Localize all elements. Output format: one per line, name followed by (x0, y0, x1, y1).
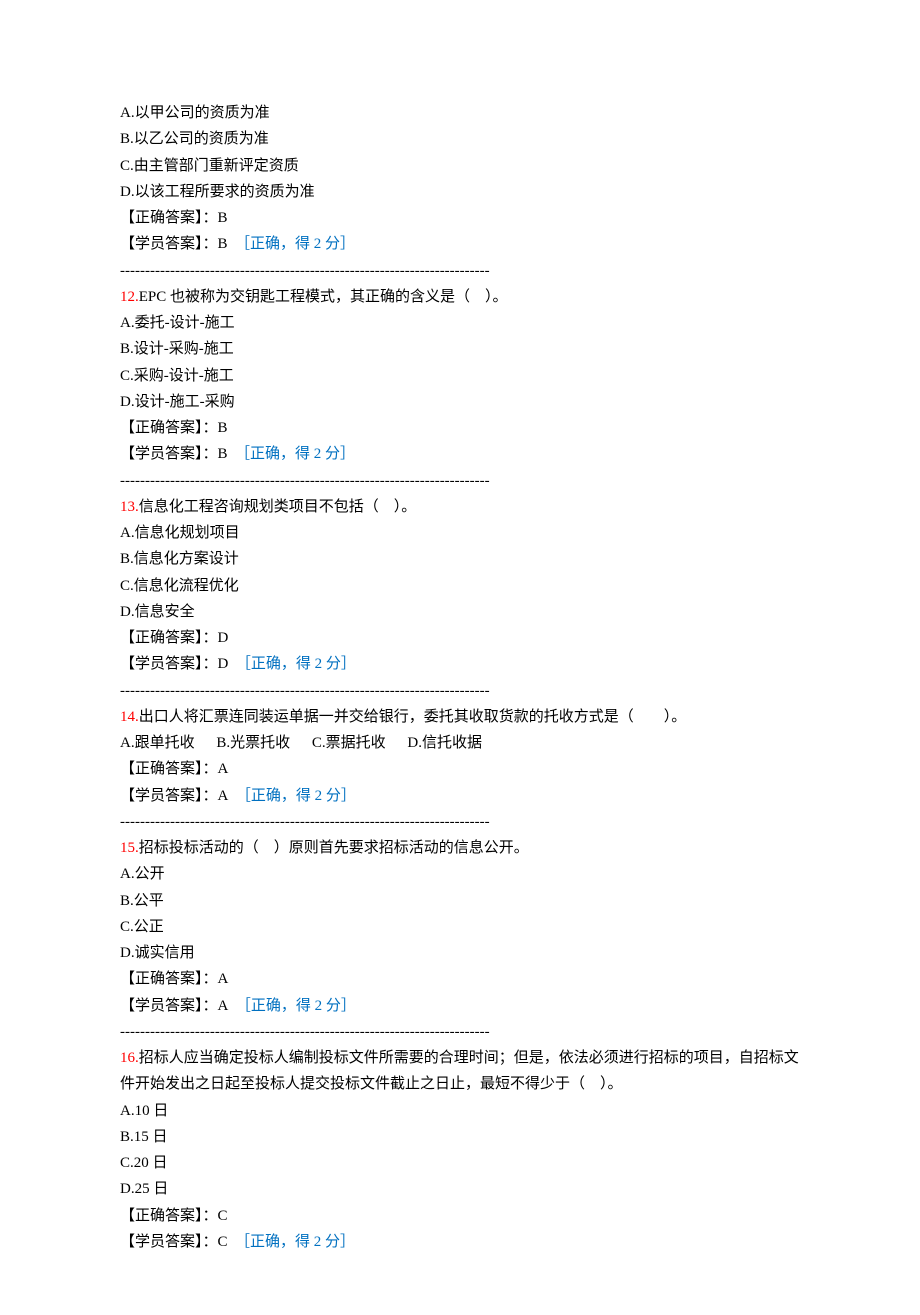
question-block: 16.招标人应当确定投标人编制投标文件所需要的合理时间；但是，依法必须进行招标的… (120, 1045, 800, 1255)
option-c: C.由主管部门重新评定资质 (120, 153, 800, 179)
option-c: C.信息化流程优化 (120, 573, 800, 599)
question-block: 14.出口人将汇票连同装运单据一并交给银行，委托其收取货款的托收方式是（ ）。 … (120, 704, 800, 835)
question-block: 15.招标投标活动的（ ）原则首先要求招标活动的信息公开。 A.公开 B.公平 … (120, 835, 800, 1045)
option-a: A.跟单托收 (120, 735, 195, 751)
option-d: D.25 日 (120, 1176, 800, 1202)
question-stem: 16.招标人应当确定投标人编制投标文件所需要的合理时间；但是，依法必须进行招标的… (120, 1045, 800, 1098)
feedback-text: ［正确，得 2 分］ (236, 656, 356, 672)
student-answer-line: 【学员答案】：A ［正确，得 2 分］ (120, 783, 800, 809)
student-answer-line: 【学员答案】：B ［正确，得 2 分］ (120, 441, 800, 467)
option-a: A.10 日 (120, 1098, 800, 1124)
question-block: A.以甲公司的资质为准 B.以乙公司的资质为准 C.由主管部门重新评定资质 D.… (120, 100, 800, 284)
option-d: D.以该工程所要求的资质为准 (120, 179, 800, 205)
question-block: 12.EPC 也被称为交钥匙工程模式，其正确的含义是（ ）。 A.委托-设计-施… (120, 284, 800, 494)
option-b: B.15 日 (120, 1124, 800, 1150)
divider: ----------------------------------------… (120, 1019, 800, 1045)
correct-answer-line: 【正确答案】：A (120, 756, 800, 782)
option-c: C.采购-设计-施工 (120, 363, 800, 389)
divider: ----------------------------------------… (120, 468, 800, 494)
question-number: 16. (120, 1050, 139, 1066)
student-answer-line: 【学员答案】：C ［正确，得 2 分］ (120, 1229, 800, 1255)
correct-answer-line: 【正确答案】：B (120, 415, 800, 441)
question-number: 13. (120, 499, 139, 515)
question-stem: 12.EPC 也被称为交钥匙工程模式，其正确的含义是（ ）。 (120, 284, 800, 310)
feedback-text: ［正确，得 2 分］ (236, 788, 356, 804)
option-c: C.20 日 (120, 1150, 800, 1176)
divider: ----------------------------------------… (120, 809, 800, 835)
correct-answer-line: 【正确答案】：D (120, 625, 800, 651)
question-stem: 14.出口人将汇票连同装运单据一并交给银行，委托其收取货款的托收方式是（ ）。 (120, 704, 800, 730)
student-answer-line: 【学员答案】：A ［正确，得 2 分］ (120, 993, 800, 1019)
feedback-text: ［正确，得 2 分］ (235, 236, 355, 252)
feedback-text: ［正确，得 2 分］ (235, 446, 355, 462)
feedback-text: ［正确，得 2 分］ (236, 998, 356, 1014)
option-d: D.设计-施工-采购 (120, 389, 800, 415)
option-b: B.设计-采购-施工 (120, 336, 800, 362)
option-b: B.光票托收 (216, 735, 290, 751)
student-answer-line: 【学员答案】：B ［正确，得 2 分］ (120, 231, 800, 257)
feedback-text: ［正确，得 2 分］ (235, 1234, 355, 1250)
divider: ----------------------------------------… (120, 678, 800, 704)
option-c: C.公正 (120, 914, 800, 940)
question-stem: 13.信息化工程咨询规划类项目不包括（ ）。 (120, 494, 800, 520)
correct-answer-line: 【正确答案】：C (120, 1203, 800, 1229)
option-d: D.信息安全 (120, 599, 800, 625)
question-number: 15. (120, 840, 139, 856)
option-b: B.以乙公司的资质为准 (120, 126, 800, 152)
option-d: D.诚实信用 (120, 940, 800, 966)
student-answer-line: 【学员答案】：D ［正确，得 2 分］ (120, 651, 800, 677)
option-a: A.信息化规划项目 (120, 520, 800, 546)
divider: ----------------------------------------… (120, 258, 800, 284)
question-block: 13.信息化工程咨询规划类项目不包括（ ）。 A.信息化规划项目 B.信息化方案… (120, 494, 800, 704)
correct-answer-line: 【正确答案】：B (120, 205, 800, 231)
option-b: B.信息化方案设计 (120, 546, 800, 572)
option-c: C.票据托收 (312, 735, 386, 751)
question-stem: 15.招标投标活动的（ ）原则首先要求招标活动的信息公开。 (120, 835, 800, 861)
options-inline: A.跟单托收 B.光票托收 C.票据托收 D.信托收据 (120, 730, 800, 756)
option-d: D.信托收据 (407, 735, 482, 751)
option-b: B.公平 (120, 888, 800, 914)
option-a: A.委托-设计-施工 (120, 310, 800, 336)
option-a: A.公开 (120, 861, 800, 887)
option-a: A.以甲公司的资质为准 (120, 100, 800, 126)
correct-answer-line: 【正确答案】：A (120, 966, 800, 992)
question-number: 14. (120, 709, 139, 725)
question-number: 12. (120, 289, 139, 305)
